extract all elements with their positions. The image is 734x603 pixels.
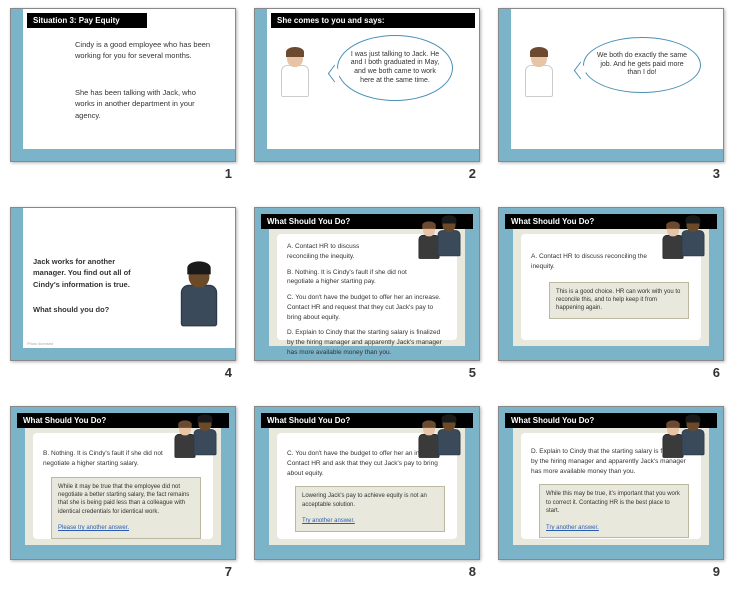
slide-number: 4 [225,365,238,380]
people-pair [653,411,713,453]
body-text-2: She has been talking with Jack, who work… [75,87,215,121]
bubble-text: I was just talking to Jack. He and I bot… [348,51,442,86]
slide-number: 3 [713,166,726,181]
feedback-text: While this may be true, it's important t… [546,491,680,514]
option-a: A. Contact HR to discuss reconciling the… [287,242,367,262]
slide-2: She comes to you and says: I was just ta… [254,8,480,162]
speech-bubble: I was just talking to Jack. He and I bot… [337,35,453,101]
slide-5: What Should You Do? A. Contact HR to dis… [254,207,480,361]
person-jack [173,264,225,336]
title-bar: Situation 3: Pay Equity [27,13,147,28]
slide-number: 1 [225,166,238,181]
body-text-1: Cindy is a good employee who has been wo… [75,39,215,62]
slide-cell-7[interactable]: What Should You Do? B. Nothing. It is Ci… [8,406,238,595]
try-again-link[interactable]: Please try another answer. [58,525,129,531]
slide-cell-2[interactable]: She comes to you and says: I was just ta… [252,8,482,197]
speech-bubble: We both do exactly the same job. And he … [583,37,701,93]
feedback-box: While it may be true that the employee d… [51,477,201,539]
option-b: B. Nothing. It is Cindy's fault if she d… [287,268,407,288]
slide-8: What Should You Do? C. You don't have th… [254,406,480,560]
slide-cell-4[interactable]: Jack works for another manager. You find… [8,207,238,396]
thumbnail-grid: Situation 3: Pay Equity Cindy is a good … [0,0,734,603]
try-again-link[interactable]: Try another answer. [302,518,355,524]
slide-3: We both do exactly the same job. And he … [498,8,724,162]
slide-number: 6 [713,365,726,380]
option-d: D. Explain to Cindy that the starting sa… [287,328,447,357]
slide-number: 2 [469,166,482,181]
person-cindy [275,49,315,104]
photo-credit: Photo licensed [27,341,53,346]
slide-cell-9[interactable]: What Should You Do? D. Explain to Cindy … [496,406,726,595]
feedback-text: While it may be true that the employee d… [58,484,189,515]
people-pair [653,212,713,254]
slide-4: Jack works for another manager. You find… [10,207,236,361]
slide-number: 9 [713,564,726,579]
slide-number: 8 [469,564,482,579]
slide-cell-6[interactable]: What Should You Do? A. Contact HR to dis… [496,207,726,396]
slide-6: What Should You Do? A. Contact HR to dis… [498,207,724,361]
body-text-2: What should you do? [33,304,143,315]
feedback-text: Lowering Jack's pay to achieve equity is… [302,493,427,507]
slide-1: Situation 3: Pay Equity Cindy is a good … [10,8,236,162]
option-c: C. You don't have the budget to offer he… [287,293,447,322]
feedback-box: While this may be true, it's important t… [539,484,689,538]
title-bar: She comes to you and says: [271,13,475,28]
slide-7: What Should You Do? B. Nothing. It is Ci… [10,406,236,560]
slide-cell-1[interactable]: Situation 3: Pay Equity Cindy is a good … [8,8,238,197]
slide-cell-5[interactable]: What Should You Do? A. Contact HR to dis… [252,207,482,396]
body-text-1: Jack works for another manager. You find… [33,256,143,290]
try-again-link[interactable]: Try another answer. [546,525,599,531]
people-pair [409,212,469,254]
feedback-box: Lowering Jack's pay to achieve equity is… [295,486,445,532]
slide-cell-3[interactable]: We both do exactly the same job. And he … [496,8,726,197]
slide-cell-8[interactable]: What Should You Do? C. You don't have th… [252,406,482,595]
feedback-box: This is a good choice. HR can work with … [549,282,689,319]
slide-number: 7 [225,564,238,579]
people-pair [409,411,469,453]
person-cindy [519,49,559,104]
option-b: B. Nothing. It is Cindy's fault if she d… [43,449,173,469]
option-a: A. Contact HR to discuss reconciling the… [531,252,671,272]
slide-9: What Should You Do? D. Explain to Cindy … [498,406,724,560]
people-pair [165,411,225,453]
bubble-text: We both do exactly the same job. And he … [594,52,690,78]
slide-number: 5 [469,365,482,380]
